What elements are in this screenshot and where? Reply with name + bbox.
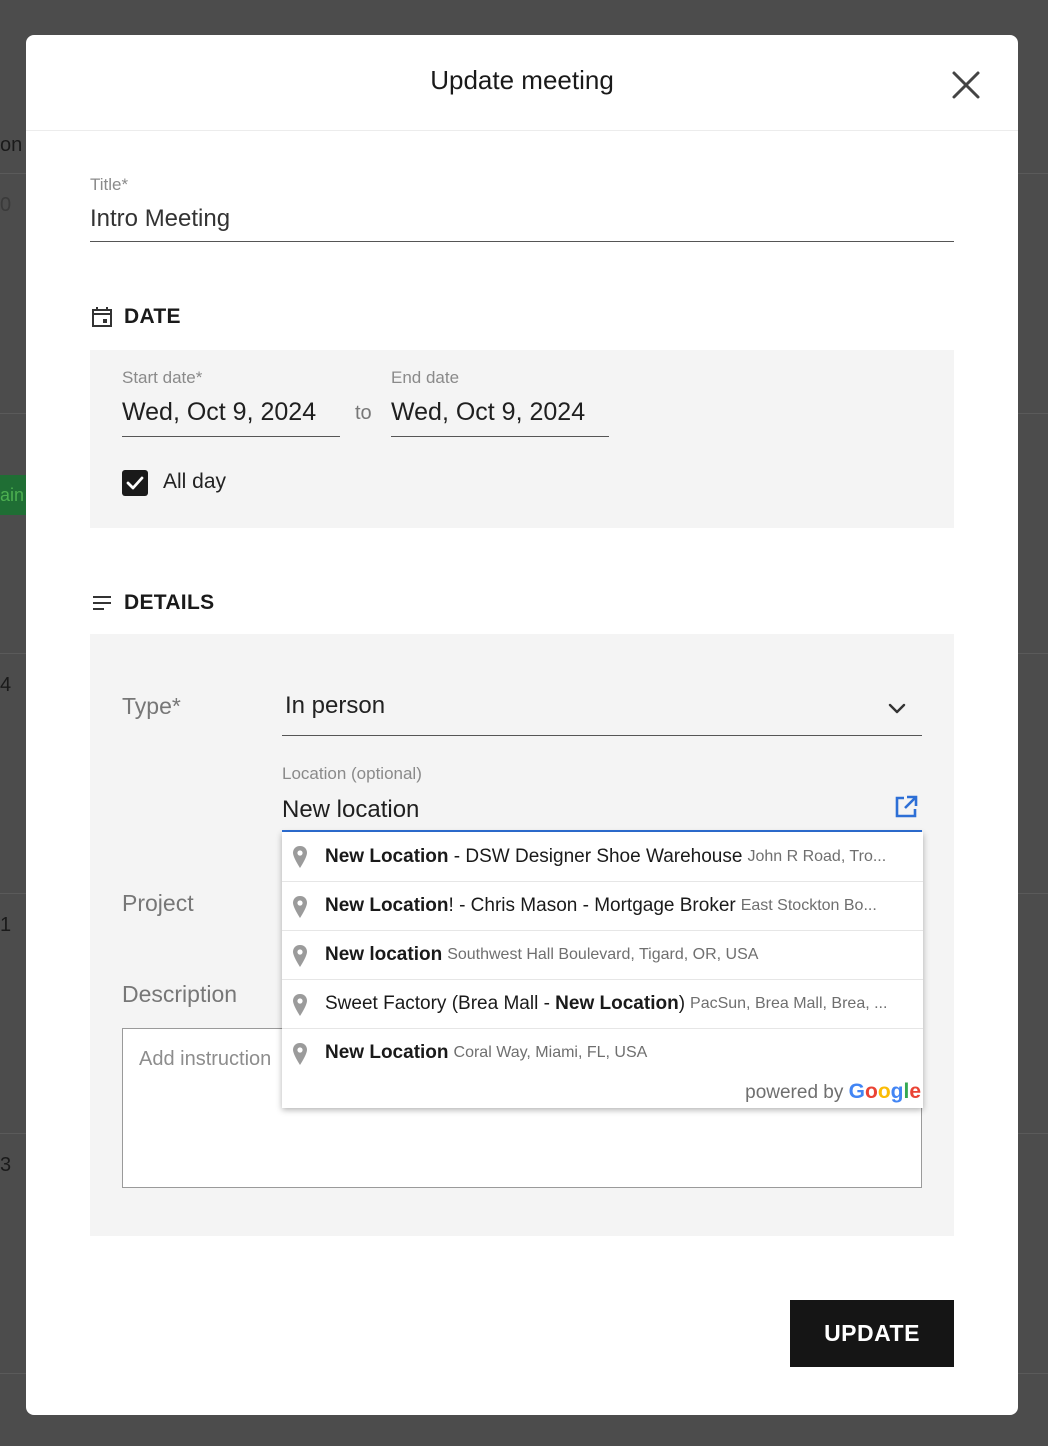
- google-logo-letter: o: [864, 1080, 878, 1103]
- type-underline: [282, 735, 922, 736]
- background-text: 4: [0, 674, 12, 696]
- close-icon: [952, 71, 980, 99]
- end-date-underline: [391, 436, 609, 437]
- end-date-label: End date: [391, 368, 460, 387]
- google-logo-letter: o: [877, 1080, 891, 1103]
- date-heading-text: DATE: [124, 305, 181, 328]
- type-label: Type*: [122, 693, 181, 719]
- map-pin-icon: [293, 994, 307, 1016]
- google-logo-letter: e: [909, 1080, 921, 1103]
- type-select[interactable]: In person: [285, 692, 385, 720]
- date-section-heading: DATE: [90, 305, 181, 329]
- map-pin-icon: [293, 846, 307, 868]
- google-logo-letter: G: [848, 1080, 865, 1103]
- open-external-icon[interactable]: [892, 793, 920, 821]
- suggestion-main-text: New location: [325, 944, 443, 965]
- details-heading-text: DETAILS: [124, 591, 215, 614]
- suggestion-secondary-text: PacSun, Brea Mall, Brea, ...: [690, 995, 888, 1012]
- title-input[interactable]: Intro Meeting: [90, 205, 230, 233]
- suggestion-secondary-text: Coral Way, Miami, FL, USA: [453, 1044, 648, 1061]
- all-day-checkbox[interactable]: [122, 470, 148, 496]
- background-text: 0: [0, 194, 12, 216]
- close-button[interactable]: [948, 67, 984, 103]
- start-date-underline: [122, 436, 340, 437]
- end-date-input[interactable]: Wed, Oct 9, 2024: [391, 398, 585, 427]
- start-date-label: Start date*: [122, 368, 203, 387]
- suggestion-secondary-text: East Stockton Bo...: [740, 897, 877, 914]
- checkmark-icon: [126, 476, 144, 490]
- background-badge: ain: [0, 475, 26, 515]
- suggestion-item[interactable]: New Location - DSW Designer Shoe Warehou…: [282, 832, 923, 881]
- details-section-heading: DETAILS: [90, 591, 214, 615]
- location-label: Location (optional): [282, 764, 422, 783]
- powered-by-google: powered by Google: [745, 1080, 921, 1103]
- title-label: Title*: [90, 175, 129, 194]
- map-pin-icon: [293, 1043, 307, 1065]
- update-meeting-dialog: Update meeting Title* Intro Meeting DATE…: [26, 35, 1018, 1415]
- title-underline: [90, 241, 954, 242]
- map-pin-icon: [293, 945, 307, 967]
- update-button[interactable]: UPDATE: [790, 1300, 954, 1367]
- background-text: 1: [0, 914, 12, 936]
- location-suggestions: New Location - DSW Designer Shoe Warehou…: [282, 832, 923, 1108]
- background-text: on: [0, 134, 23, 156]
- suggestion-item[interactable]: New Location! - Chris Mason - Mortgage B…: [282, 881, 923, 930]
- calendar-icon: [92, 307, 112, 327]
- location-input[interactable]: [282, 790, 922, 832]
- description-placeholder: Add instruction: [139, 1048, 272, 1070]
- start-date-input[interactable]: Wed, Oct 9, 2024: [122, 398, 316, 427]
- dialog-header: Update meeting: [26, 35, 1018, 131]
- dialog-title: Update meeting: [430, 65, 614, 95]
- suggestion-item[interactable]: Sweet Factory (Brea Mall - New Location)…: [282, 979, 923, 1028]
- suggestion-item[interactable]: New Location Coral Way, Miami, FL, USA: [282, 1028, 923, 1077]
- suggestion-main-text: Sweet Factory (Brea Mall - New Location): [325, 993, 686, 1014]
- suggestion-secondary-text: John R Road, Tro...: [747, 847, 887, 865]
- project-label: Project: [122, 890, 194, 916]
- google-logo-letter: g: [890, 1080, 904, 1103]
- suggestion-main-text: New Location: [325, 1042, 449, 1063]
- google-logo: Google: [849, 1080, 921, 1103]
- map-pin-icon: [293, 896, 307, 918]
- suggestion-main-text: New Location! - Chris Mason - Mortgage B…: [325, 895, 736, 916]
- suggestion-item[interactable]: New location Southwest Hall Boulevard, T…: [282, 930, 923, 979]
- suggestion-main-text: New Location - DSW Designer Shoe Warehou…: [325, 845, 743, 867]
- suggestion-secondary-text: Southwest Hall Boulevard, Tigard, OR, US…: [447, 946, 759, 963]
- chevron-down-icon[interactable]: [884, 695, 910, 721]
- all-day-label[interactable]: All day: [163, 470, 226, 494]
- background-text: 3: [0, 1154, 12, 1176]
- date-separator: to: [355, 402, 372, 424]
- date-panel: [90, 350, 954, 528]
- list-icon: [93, 596, 111, 610]
- description-label: Description: [122, 981, 238, 1007]
